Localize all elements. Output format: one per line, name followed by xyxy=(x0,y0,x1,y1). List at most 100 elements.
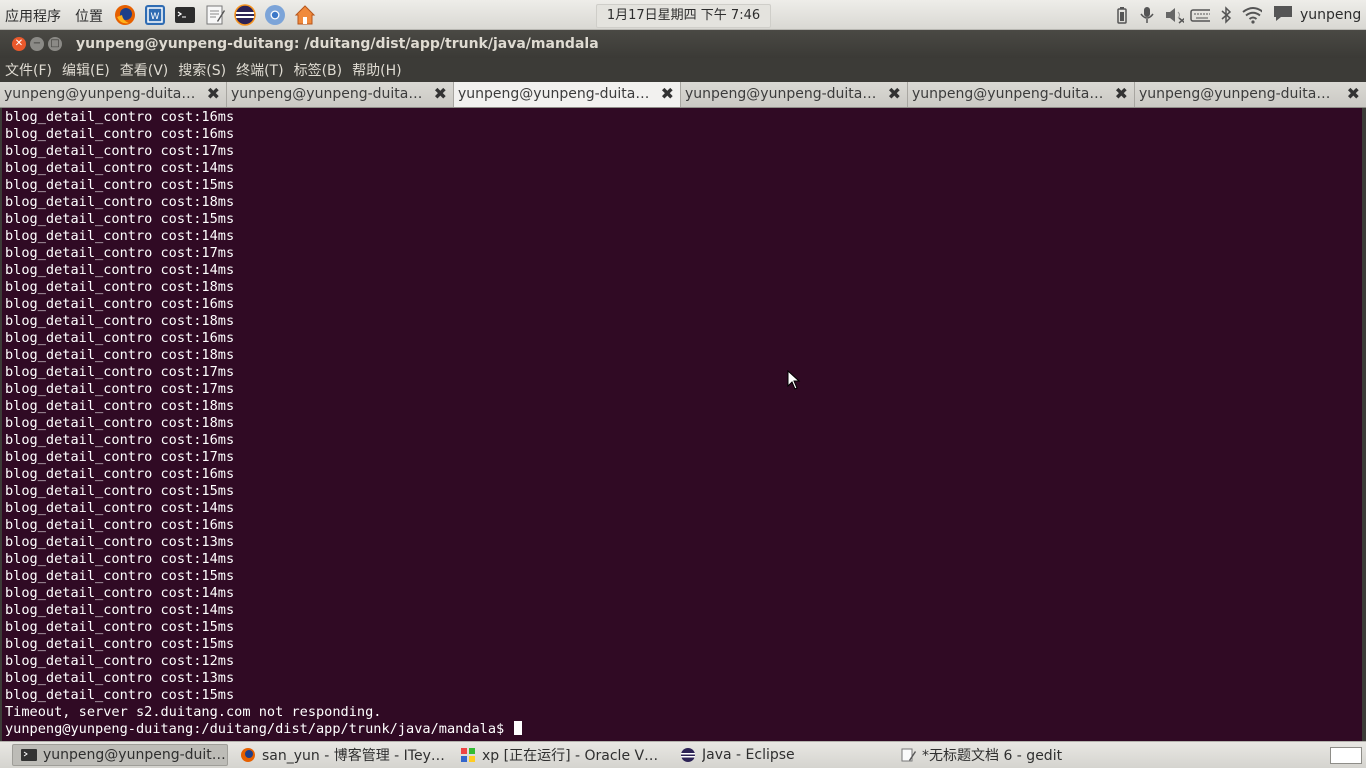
tab-label: yunpeng@yunpeng-duitang: /duitang/dist/a… xyxy=(912,86,1104,102)
tab-label: yunpeng@yunpeng-duitang: /duitang/dist/a… xyxy=(1139,86,1331,102)
menu-file[interactable]: 文件(F) xyxy=(0,58,57,82)
mouse-pointer-icon xyxy=(787,370,801,390)
menu-help[interactable]: 帮助(H) xyxy=(347,58,406,82)
text-cursor xyxy=(514,721,523,735)
home-folder-icon[interactable] xyxy=(293,3,317,27)
terminal-line: blog_detail_contro cost:17ms xyxy=(5,449,235,465)
terminal-tab-active[interactable]: yunpeng@yunpeng-duitang: /duitang/dist/a… xyxy=(454,82,681,107)
close-tab-icon[interactable]: ✖ xyxy=(1115,84,1128,103)
terminal-line: blog_detail_contro cost:14ms xyxy=(5,602,235,618)
terminal-line: blog_detail_contro cost:15ms xyxy=(5,619,235,635)
taskbar-item-eclipse[interactable]: Java - Eclipse xyxy=(672,744,888,766)
tab-bar: yunpeng@yunpeng-duitang: /duitang/dist/a… xyxy=(0,82,1366,108)
terminal-line: blog_detail_contro cost:14ms xyxy=(5,228,235,244)
eclipse-icon xyxy=(681,748,695,762)
user-name: yunpeng xyxy=(1300,7,1362,23)
terminal-icon xyxy=(21,749,37,761)
terminal-line: blog_detail_contro cost:15ms xyxy=(5,177,235,193)
taskbar-item-label: yunpeng@yunpeng-duitang: /duitang/dist/a… xyxy=(43,747,227,763)
microphone-icon[interactable] xyxy=(1138,6,1158,24)
close-window-button[interactable]: ✕ xyxy=(12,37,26,51)
close-tab-icon[interactable]: ✖ xyxy=(661,84,674,103)
taskbar-item-label: *无标题文档 6 - gedit xyxy=(922,748,1063,764)
terminal-line: Timeout, server s2.duitang.com not respo… xyxy=(5,704,382,720)
terminal-icon[interactable] xyxy=(173,3,197,27)
terminal-tab[interactable]: yunpeng@yunpeng-duitang: /duitang/dist/a… xyxy=(227,82,454,107)
terminal-line: blog_detail_contro cost:18ms xyxy=(5,415,235,431)
close-tab-icon[interactable]: ✖ xyxy=(888,84,901,103)
places-menu[interactable]: 位置 xyxy=(75,6,103,26)
taskbar-item-virtualbox[interactable]: xp [正在运行] - Oracle VM VirtualBox xyxy=(452,744,668,766)
terminal-line: blog_detail_contro cost:16ms xyxy=(5,517,235,533)
terminal-line: blog_detail_contro cost:12ms xyxy=(5,653,235,669)
maximize-window-button[interactable]: □ xyxy=(48,37,62,51)
chat-status-icon xyxy=(1272,4,1294,26)
terminal-line: blog_detail_contro cost:18ms xyxy=(5,313,235,329)
taskbar-item-firefox[interactable]: san_yun - 博客管理 - ITeye技术网站 - Mozilla Fir… xyxy=(232,744,448,766)
terminal-line: blog_detail_contro cost:14ms xyxy=(5,262,235,278)
terminal-line: blog_detail_contro cost:15ms xyxy=(5,568,235,584)
close-tab-icon[interactable]: ✖ xyxy=(434,84,447,103)
terminal-line: blog_detail_contro cost:14ms xyxy=(5,500,235,516)
terminal-line: blog_detail_contro cost:16ms xyxy=(5,330,235,346)
wifi-icon[interactable] xyxy=(1242,6,1262,24)
terminal-line: blog_detail_contro cost:17ms xyxy=(5,143,235,159)
menu-edit[interactable]: 编辑(E) xyxy=(57,58,115,82)
taskbar-item-terminal[interactable]: yunpeng@yunpeng-duitang: /duitang/dist/a… xyxy=(12,744,228,766)
terminal-line: blog_detail_contro cost:13ms xyxy=(5,534,235,550)
terminal-line: blog_detail_contro cost:15ms xyxy=(5,211,235,227)
chrome-icon[interactable] xyxy=(263,3,287,27)
firefox-icon[interactable] xyxy=(113,3,137,27)
virtualbox-icon xyxy=(461,748,475,762)
keyboard-icon[interactable] xyxy=(1190,6,1210,24)
close-tab-icon[interactable]: ✖ xyxy=(207,84,220,103)
terminal-line: blog_detail_contro cost:18ms xyxy=(5,347,235,363)
minimize-window-button[interactable]: − xyxy=(30,37,44,51)
terminal-line: blog_detail_contro cost:16ms xyxy=(5,109,235,125)
clock[interactable]: 1月17日星期四 下午 7:46 xyxy=(596,4,771,28)
shell-prompt: yunpeng@yunpeng-duitang:/duitang/dist/ap… xyxy=(5,721,513,737)
terminal-line: blog_detail_contro cost:16ms xyxy=(5,296,235,312)
terminal-line: blog_detail_contro cost:18ms xyxy=(5,194,235,210)
terminal-prompt-line: yunpeng@yunpeng-duitang:/duitang/dist/ap… xyxy=(5,721,523,738)
taskbar-item-label: Java - Eclipse xyxy=(702,747,795,763)
terminal-tab[interactable]: yunpeng@yunpeng-duitang: /duitang/dist/a… xyxy=(681,82,908,107)
terminal-line: blog_detail_contro cost:15ms xyxy=(5,687,235,703)
terminal-tab[interactable]: yunpeng@yunpeng-duitang: /duitang/dist/a… xyxy=(908,82,1135,107)
terminal-line: blog_detail_contro cost:16ms xyxy=(5,432,235,448)
firefox-icon xyxy=(241,748,255,762)
scrollbar[interactable] xyxy=(1362,108,1366,741)
menu-view[interactable]: 查看(V) xyxy=(115,58,174,82)
user-menu[interactable]: yunpeng xyxy=(1272,4,1361,26)
system-tray xyxy=(1112,4,1262,26)
terminal-tab[interactable]: yunpeng@yunpeng-duitang: /duitang/dist/a… xyxy=(1135,82,1366,107)
text-editor-icon[interactable] xyxy=(203,3,227,27)
eclipse-icon[interactable] xyxy=(233,3,257,27)
terminal-tab[interactable]: yunpeng@yunpeng-duitang: /duitang/dist/a… xyxy=(0,82,227,107)
terminal-line: blog_detail_contro cost:18ms xyxy=(5,279,235,295)
terminal-line: blog_detail_contro cost:15ms xyxy=(5,636,235,652)
applications-menu[interactable]: 应用程序 xyxy=(5,6,61,26)
window-titlebar[interactable]: ✕ − □ yunpeng@yunpeng-duitang: /duitang/… xyxy=(0,30,1366,58)
terminal-output[interactable]: blog_detail_contro cost:16ms blog_detail_… xyxy=(0,108,1366,741)
bluetooth-icon[interactable] xyxy=(1216,6,1236,24)
taskbar-item-gedit[interactable]: *无标题文档 6 - gedit xyxy=(892,744,1108,766)
volume-muted-icon[interactable] xyxy=(1164,6,1184,24)
terminal-line: blog_detail_contro cost:14ms xyxy=(5,160,235,176)
menu-tabs[interactable]: 标签(B) xyxy=(289,58,348,82)
menu-search[interactable]: 搜索(S) xyxy=(173,58,231,82)
workspace-switcher[interactable] xyxy=(1330,747,1362,764)
tab-label: yunpeng@yunpeng-duitang: /duitang/dist/a… xyxy=(231,86,423,102)
terminal-line: blog_detail_contro cost:17ms xyxy=(5,245,235,261)
terminal-line: blog_detail_contro cost:15ms xyxy=(5,483,235,499)
taskbar-item-label: xp [正在运行] - Oracle VM VirtualBox xyxy=(482,748,668,764)
battery-icon[interactable] xyxy=(1112,6,1132,24)
window-title: yunpeng@yunpeng-duitang: /duitang/dist/a… xyxy=(76,36,599,52)
vmware-icon[interactable]: W xyxy=(143,3,167,27)
taskbar: yunpeng@yunpeng-duitang: /duitang/dist/a… xyxy=(0,741,1366,768)
tab-label: yunpeng@yunpeng-duitang: /duitang/dist/a… xyxy=(4,86,196,102)
close-tab-icon[interactable]: ✖ xyxy=(1347,84,1360,103)
terminal-line: blog_detail_contro cost:14ms xyxy=(5,585,235,601)
menu-terminal[interactable]: 终端(T) xyxy=(231,58,288,82)
top-panel: 应用程序 位置 W 1月17日星期四 下午 7:46 yunpeng xyxy=(0,0,1366,30)
